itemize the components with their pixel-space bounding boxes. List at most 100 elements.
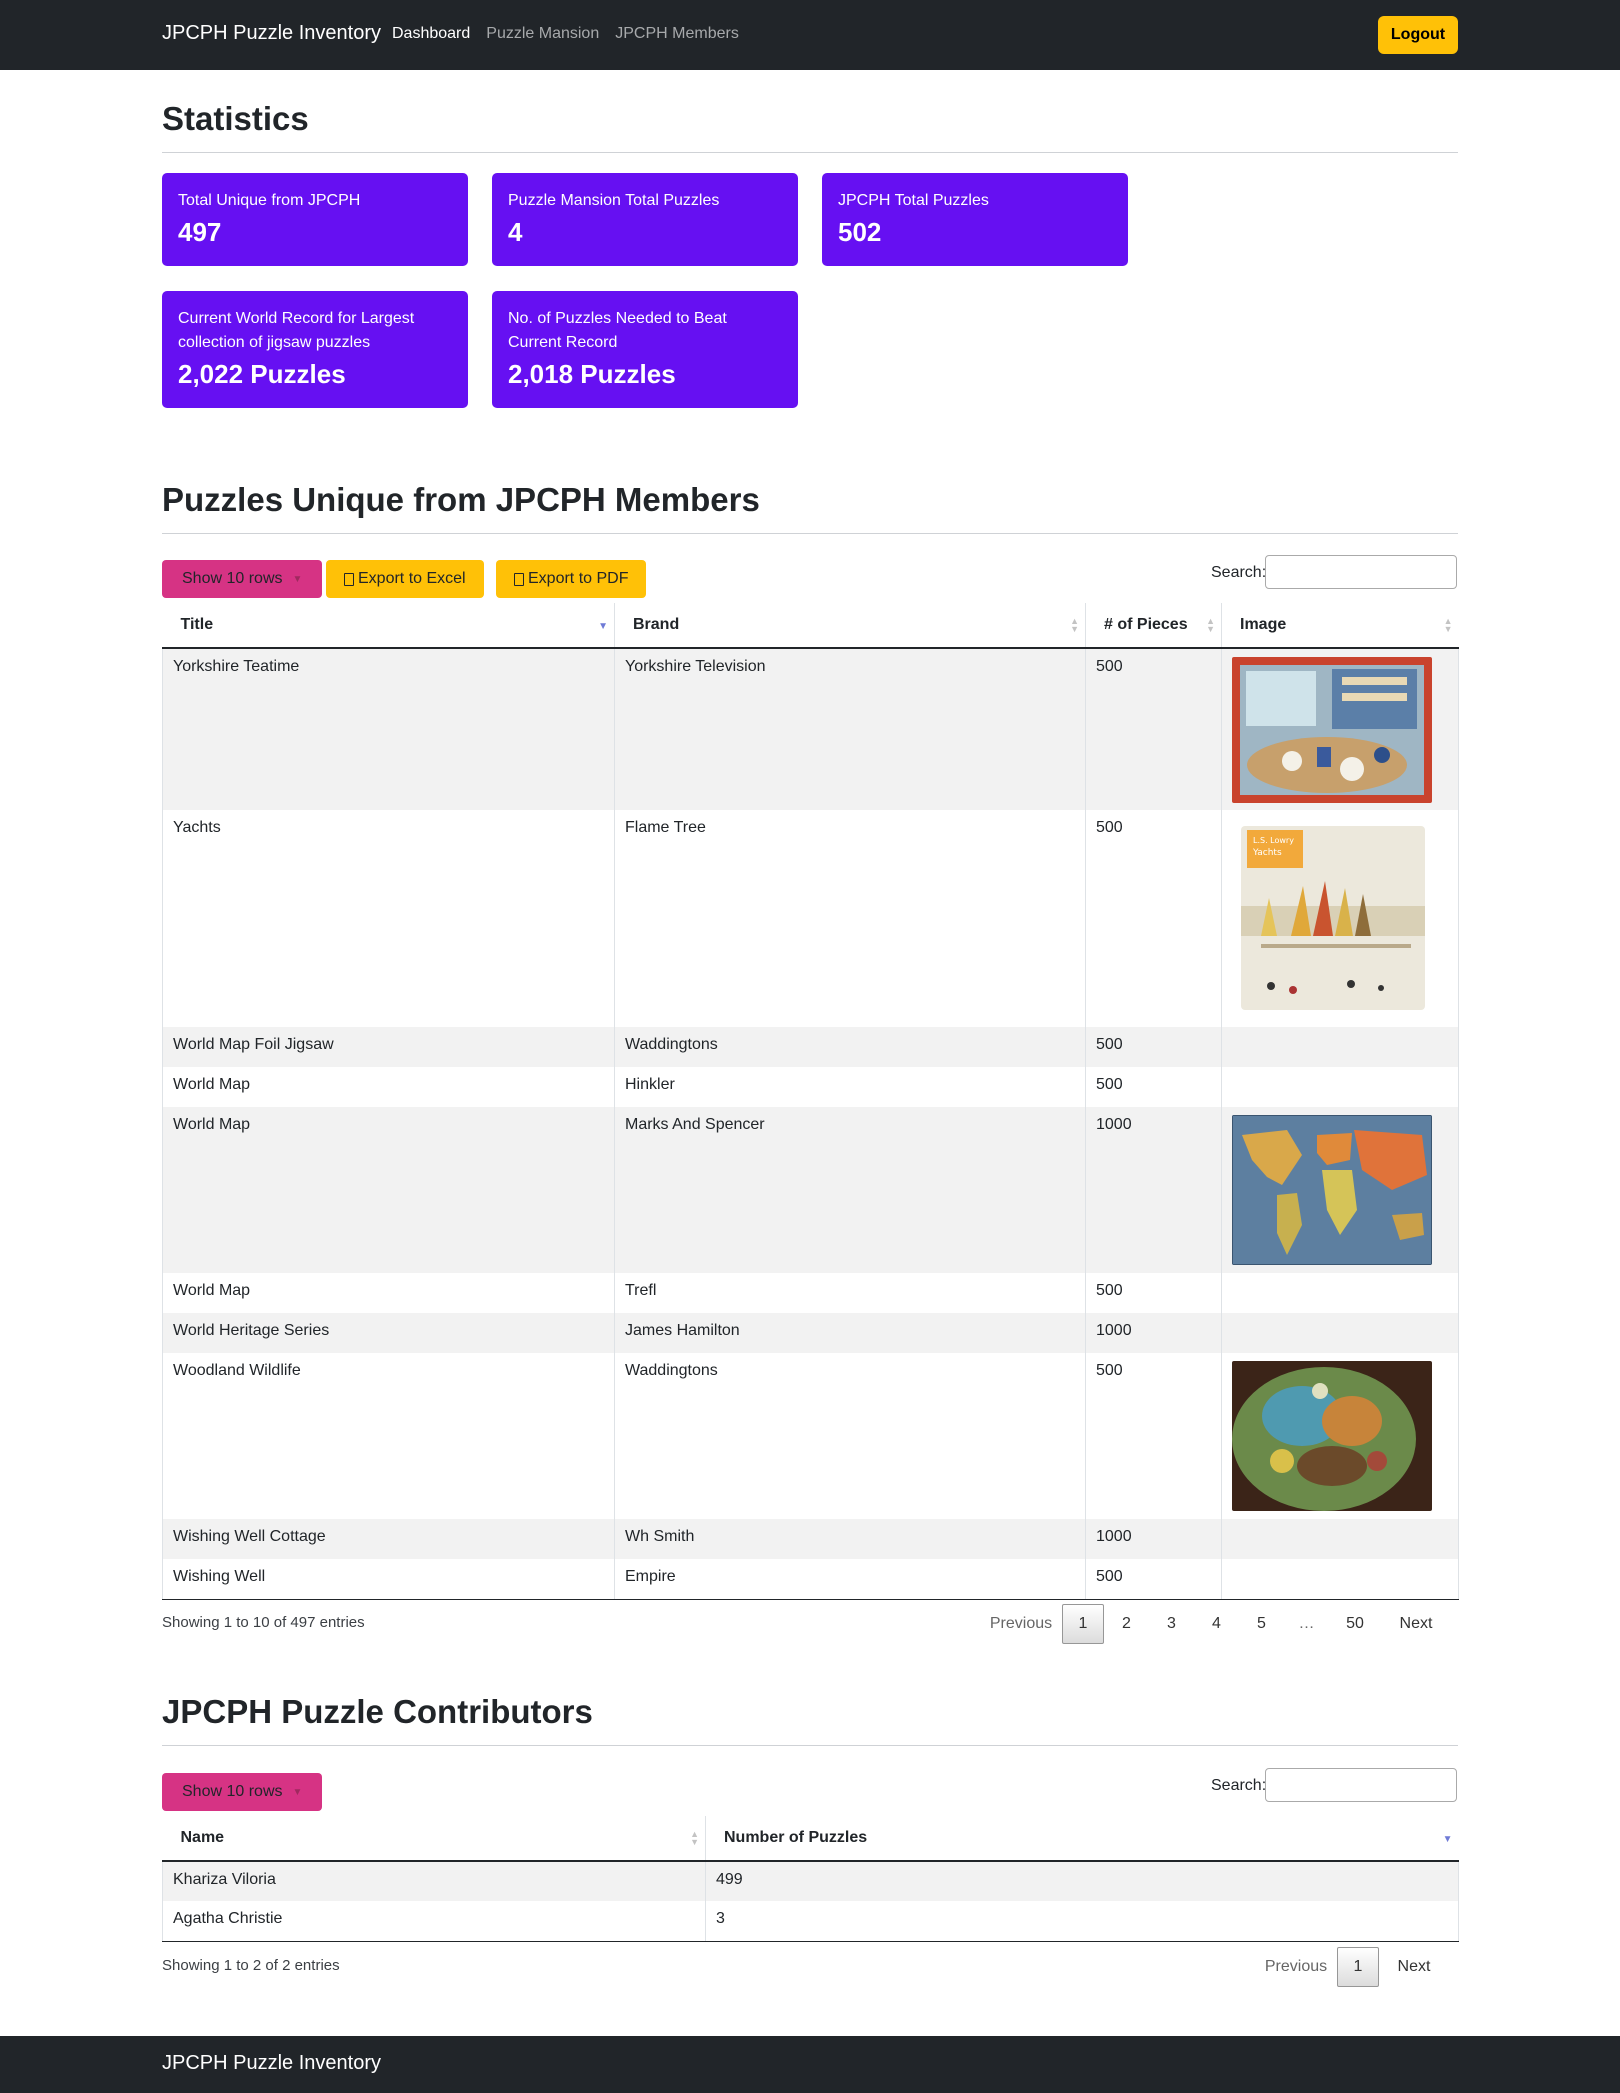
cell-image [1221, 1559, 1459, 1600]
pager-ellipsis: … [1298, 1615, 1315, 1632]
column-header-brand[interactable]: Brand ▲ ▼ [614, 603, 1086, 649]
pager-page-3[interactable]: 3 [1149, 1615, 1194, 1633]
divider [162, 152, 1458, 153]
contributors-search-input[interactable] [1265, 1768, 1457, 1802]
table-row[interactable]: Yachts Flame Tree 500 L.S. Lowry Yachts [162, 810, 1459, 1027]
stat-value: 497 [178, 217, 222, 247]
column-header-title[interactable]: Title ▼ [162, 603, 615, 649]
table-header-row: Title ▼ Brand ▲ ▼ # of Pieces ▲ ▼ Image ▲ ▼ [162, 603, 1459, 649]
table-row[interactable]: World Map Foil Jigsaw Waddingtons 500 [162, 1027, 1459, 1067]
navbar-brand[interactable]: JPCPH Puzzle Inventory [162, 22, 381, 45]
sort-icon: ▲ ▼ [1070, 616, 1079, 634]
contributors-show-rows-button[interactable]: Show 10 rows ▼ [162, 1773, 323, 1811]
cell-title: Wishing Well [162, 1559, 615, 1600]
cell-brand: Flame Tree [614, 810, 1086, 1027]
table-row[interactable]: Agatha Christie 3 [162, 1901, 1459, 1942]
column-header-pieces[interactable]: # of Pieces ▲ ▼ [1085, 603, 1222, 649]
pager-next[interactable]: Next [1381, 1615, 1451, 1633]
cell-pieces: 500 [1085, 1067, 1222, 1107]
puzzle-image-teatime[interactable] [1232, 657, 1432, 803]
stat-card-total-unique: Total Unique from JPCPH 497 [162, 173, 468, 266]
cell-brand: Empire [614, 1559, 1086, 1600]
cell-brand: Waddingtons [614, 1353, 1086, 1519]
cell-pieces: 500 [1085, 1027, 1222, 1067]
header-label: Image [1240, 616, 1287, 633]
table-row[interactable]: Yorkshire Teatime Yorkshire Television 5… [162, 648, 1459, 810]
table-header-row: Name ▲ ▼ Number of Puzzles ▼ [162, 1816, 1459, 1862]
cell-image [1221, 1353, 1459, 1519]
table-row[interactable]: Wishing Well Empire 500 [162, 1559, 1459, 1600]
pager-page-2[interactable]: 2 [1104, 1615, 1149, 1633]
stat-card-needed: No. of Puzzles Needed to Beat Current Re… [492, 291, 798, 408]
cell-title: World Map Foil Jigsaw [162, 1027, 615, 1067]
caret-down-icon: ▼ [292, 573, 303, 585]
pager-page-1[interactable]: 1 [1337, 1947, 1379, 1987]
puzzle-image-woodland[interactable] [1232, 1361, 1432, 1511]
cell-count: 499 [705, 1861, 1459, 1901]
cell-title: World Map [162, 1273, 615, 1313]
table-row[interactable]: World Heritage Series James Hamilton 100… [162, 1313, 1459, 1353]
cell-title: Yachts [162, 810, 615, 1027]
puzzle-image-worldmap[interactable] [1232, 1115, 1432, 1265]
stat-card-mansion-total: Puzzle Mansion Total Puzzles 4 [492, 173, 798, 266]
pagination: Previous 1 2 3 4 5 … 50 Next [980, 1604, 1451, 1644]
nav-links: Dashboard Puzzle Mansion JPCPH Members [392, 25, 739, 43]
pager-page-1[interactable]: 1 [1062, 1604, 1104, 1644]
puzzle-image-yachts[interactable]: L.S. Lowry Yachts [1241, 826, 1425, 1010]
export-pdf-button[interactable]: Export to PDF [496, 560, 647, 598]
table-row[interactable]: Khariza Viloria 499 [162, 1861, 1459, 1901]
column-header-image[interactable]: Image ▲ ▼ [1221, 603, 1459, 649]
table-row[interactable]: Wishing Well Cottage Wh Smith 1000 [162, 1519, 1459, 1559]
pager-next[interactable]: Next [1379, 1958, 1449, 1976]
sort-icon: ▲ ▼ [1443, 616, 1453, 634]
contributors-pagination: Previous 1 Next [1255, 1947, 1449, 1987]
cell-title: Wishing Well Cottage [162, 1519, 615, 1559]
export-excel-button[interactable]: Export to Excel [326, 560, 484, 598]
pager-page-5[interactable]: 5 [1239, 1615, 1284, 1633]
nav-jpcph-members[interactable]: JPCPH Members [615, 25, 739, 43]
nav-puzzle-mansion[interactable]: Puzzle Mansion [486, 25, 599, 43]
table-row[interactable]: World Map Trefl 500 [162, 1273, 1459, 1313]
cell-title: World Map [162, 1067, 615, 1107]
divider [162, 1745, 1458, 1746]
sort-desc-icon: ▼ [598, 621, 608, 632]
statistics-title: Statistics [162, 100, 309, 137]
unique-puzzles-table: Title ▼ Brand ▲ ▼ # of Pieces ▲ ▼ Image ▲ ▼ Yor… [162, 603, 1459, 1600]
pager-page-50[interactable]: 50 [1329, 1615, 1381, 1633]
cell-brand: Marks And Spencer [614, 1107, 1086, 1273]
stat-label: JPCPH Total Puzzles [838, 192, 989, 209]
column-header-count[interactable]: Number of Puzzles ▼ [705, 1816, 1459, 1862]
cell-image [1221, 1273, 1459, 1313]
cell-brand: Trefl [614, 1273, 1086, 1313]
top-navbar: JPCPH Puzzle Inventory Dashboard Puzzle … [0, 0, 1620, 70]
search-input[interactable] [1265, 555, 1457, 589]
contributors-table-info: Showing 1 to 2 of 2 entries [162, 1957, 340, 1974]
table-row[interactable]: World Map Marks And Spencer 1000 [162, 1107, 1459, 1273]
contributors-search-label: Search: [1211, 1777, 1267, 1794]
stat-label: No. of Puzzles Needed to Beat Current Re… [508, 310, 727, 351]
cell-name: Khariza Viloria [162, 1861, 706, 1901]
column-header-name[interactable]: Name ▲ ▼ [162, 1816, 706, 1862]
pager-previous[interactable]: Previous [980, 1615, 1062, 1633]
pager-page-4[interactable]: 4 [1194, 1615, 1239, 1633]
header-label: Number of Puzzles [724, 1829, 868, 1846]
header-label: Title [180, 616, 214, 633]
stat-card-jpcph-total: JPCPH Total Puzzles 502 [822, 173, 1128, 266]
header-label: # of Pieces [1104, 616, 1188, 633]
table-row[interactable]: World Map Hinkler 500 [162, 1067, 1459, 1107]
logout-button[interactable]: Logout [1378, 16, 1458, 54]
cell-brand: Wh Smith [614, 1519, 1086, 1559]
cell-image [1221, 1107, 1459, 1273]
cell-image [1221, 1027, 1459, 1067]
cell-title: Yorkshire Teatime [162, 648, 615, 810]
cell-count: 3 [705, 1901, 1459, 1942]
cell-image [1221, 1519, 1459, 1559]
nav-dashboard[interactable]: Dashboard [392, 25, 470, 43]
divider [162, 533, 1458, 534]
statistics-section: Statistics [162, 100, 1458, 153]
pager-previous[interactable]: Previous [1255, 1958, 1337, 1976]
yachts-box-text-2: Yachts [1252, 848, 1282, 858]
show-rows-button[interactable]: Show 10 rows ▼ [162, 560, 323, 598]
show-rows-label: Show 10 rows [182, 1783, 283, 1800]
table-row[interactable]: Woodland Wildlife Waddingtons 500 [162, 1353, 1459, 1519]
